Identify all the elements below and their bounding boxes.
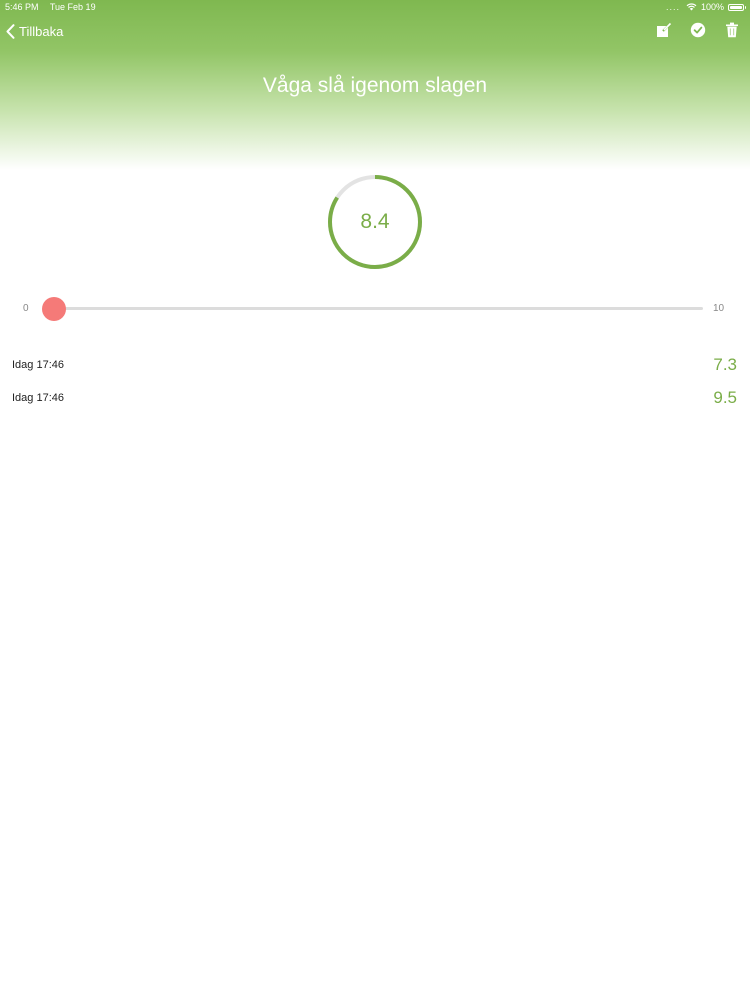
slider-max-label: 10 — [713, 303, 725, 314]
score-ring: 8.4 — [327, 174, 423, 270]
back-button[interactable]: Tillbaka — [6, 22, 63, 40]
rating-slider-track[interactable] — [44, 307, 703, 310]
entry-date: Idag 17:46 — [12, 392, 64, 404]
battery-icon — [728, 3, 746, 11]
signal-icon: .... — [665, 2, 680, 12]
delete-button[interactable] — [724, 21, 740, 39]
status-date: Tue Feb 19 — [49, 2, 96, 12]
chevron-left-icon — [6, 23, 15, 39]
slider-min-label: 0 — [23, 303, 29, 314]
edit-button[interactable] — [656, 21, 672, 39]
entry-score: 9.5 — [713, 388, 737, 407]
entry-list: Idag 17:46 7.3 Idag 17:46 9.5 — [0, 350, 750, 416]
page-title: Våga slå igenom slagen — [262, 74, 488, 97]
battery-percent: 100% — [700, 2, 724, 12]
trash-icon — [726, 22, 738, 38]
toolbar — [656, 21, 740, 39]
status-bar: 5:46 PM Tue Feb 19 .... 100% — [0, 0, 750, 14]
rating-slider-thumb[interactable] — [42, 297, 66, 321]
wifi-icon — [686, 3, 697, 11]
done-button[interactable] — [690, 21, 706, 39]
back-button-label: Tillbaka — [19, 23, 64, 39]
entry-date: Idag 17:46 — [12, 359, 64, 371]
entry-score: 7.3 — [713, 355, 737, 374]
list-item[interactable]: Idag 17:46 7.3 — [0, 350, 750, 383]
score-value: 8.4 — [360, 210, 390, 233]
list-item[interactable]: Idag 17:46 9.5 — [0, 383, 750, 416]
checkmark-icon — [690, 22, 706, 38]
edit-icon — [657, 22, 672, 37]
status-time: 5:46 PM — [5, 2, 39, 12]
